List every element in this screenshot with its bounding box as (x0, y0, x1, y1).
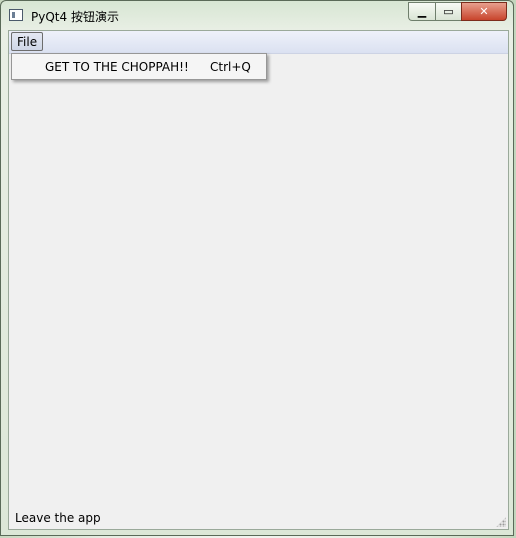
maximize-button[interactable]: ▭ (435, 2, 461, 21)
menu-item-exit[interactable]: GET TO THE CHOPPAH!! Ctrl+Q (14, 56, 264, 77)
size-grip-icon[interactable] (496, 517, 506, 527)
status-message: Leave the app (15, 511, 101, 525)
maximize-icon: ▭ (443, 5, 454, 18)
window-title: PyQt4 按钮演示 (31, 10, 119, 24)
app-window: PyQt4 按钮演示 ▁ ▭ ✕ File GET TO THE CHOPPAH… (0, 0, 514, 536)
menu-item-label: GET TO THE CHOPPAH!! (45, 60, 189, 74)
close-icon: ✕ (479, 5, 489, 18)
menu-item-shortcut: Ctrl+Q (210, 60, 251, 74)
minimize-icon: ▁ (417, 5, 427, 18)
file-menu-dropdown: GET TO THE CHOPPAH!! Ctrl+Q (11, 53, 267, 80)
menu-file[interactable]: File (11, 32, 44, 51)
title-bar[interactable]: PyQt4 按钮演示 ▁ ▭ ✕ (1, 1, 513, 31)
minimize-button[interactable]: ▁ (408, 2, 435, 21)
menu-bar: File (9, 31, 508, 54)
close-button[interactable]: ✕ (461, 2, 507, 21)
main-window-client-area: File GET TO THE CHOPPAH!! Ctrl+Q Leave t… (8, 30, 509, 530)
app-window-icon[interactable] (9, 9, 23, 21)
status-bar: Leave the app (9, 507, 508, 529)
